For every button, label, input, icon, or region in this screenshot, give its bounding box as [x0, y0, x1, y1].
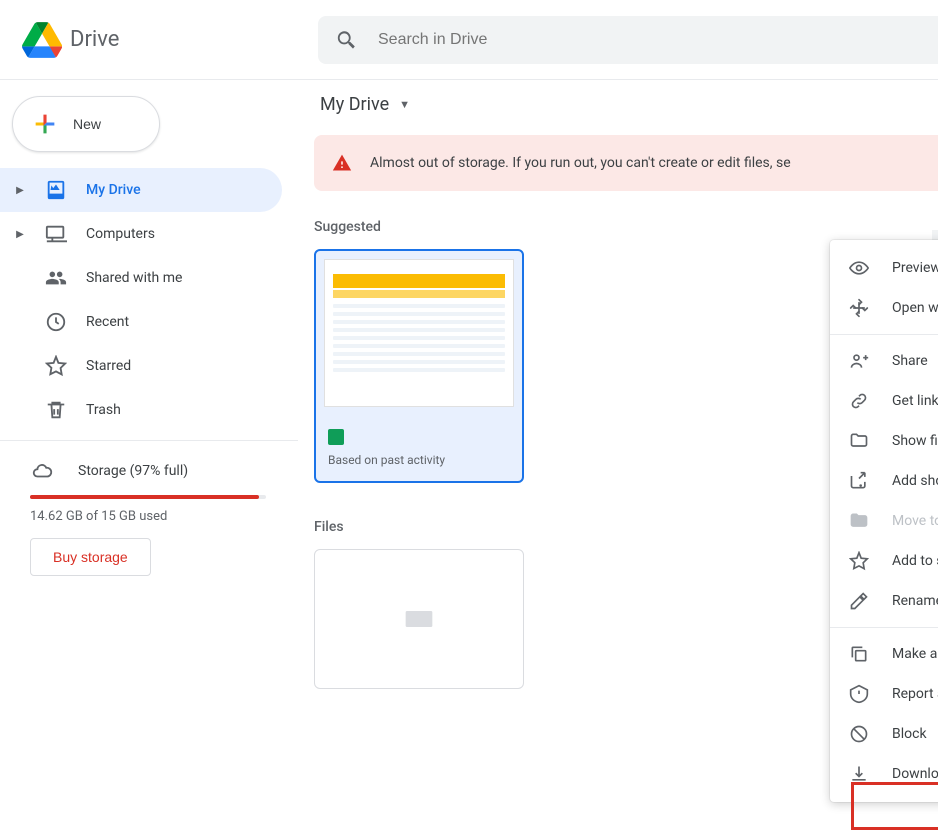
storage-section: Storage (97% full) 14.62 GB of 15 GB use…: [0, 449, 298, 576]
sidebar-item-label: Starred: [86, 358, 131, 374]
menu-preview[interactable]: Preview: [830, 248, 938, 288]
card-subtitle: Based on past activity: [328, 453, 510, 467]
storage-label[interactable]: Storage (97% full): [78, 463, 188, 479]
logo[interactable]: Drive: [22, 22, 318, 58]
menu-label: Get link: [892, 393, 938, 409]
header: Drive: [0, 0, 938, 80]
menu-label: Add shortcut to Drive: [892, 473, 938, 489]
breadcrumb-label: My Drive: [320, 94, 389, 115]
sidebar-item-starred[interactable]: Starred: [0, 344, 282, 388]
star-icon: [44, 354, 68, 378]
menu-show-location[interactable]: Show file location: [830, 421, 938, 461]
cloud-icon: [30, 459, 54, 483]
search-bar[interactable]: [318, 16, 938, 64]
sidebar: New ▶ My Drive ▶ Computers Shared with m…: [0, 80, 298, 762]
menu-rename[interactable]: Rename: [830, 581, 938, 621]
menu-label: Open with: [892, 300, 938, 316]
plus-icon: [31, 110, 59, 138]
new-button[interactable]: New: [12, 96, 160, 152]
menu-label: Make a copy: [892, 646, 938, 662]
storage-warning-banner: Almost out of storage. If you run out, y…: [314, 135, 938, 191]
file-card[interactable]: [314, 549, 524, 689]
sidebar-item-trash[interactable]: Trash: [0, 388, 282, 432]
menu-move-to: Move to: [830, 501, 938, 541]
menu-download[interactable]: Download: [830, 754, 938, 794]
shared-icon: [44, 266, 68, 290]
sidebar-item-label: My Drive: [86, 182, 141, 198]
sidebar-item-my-drive[interactable]: ▶ My Drive: [0, 168, 282, 212]
context-menu: Preview Open with › Share Get link Show …: [830, 240, 938, 802]
buy-storage-button[interactable]: Buy storage: [30, 538, 151, 576]
moveto-icon: [848, 510, 870, 532]
sidebar-item-recent[interactable]: Recent: [0, 300, 282, 344]
menu-report-abuse[interactable]: Report abuse: [830, 674, 938, 714]
card-thumbnail: [324, 259, 514, 407]
menu-label: Add to starred: [892, 553, 938, 569]
folder-icon: [848, 430, 870, 452]
report-icon: [848, 683, 870, 705]
banner-text: Almost out of storage. If you run out, y…: [370, 155, 791, 171]
my-drive-icon: [44, 178, 68, 202]
menu-label: Download: [892, 766, 938, 782]
eye-icon: [848, 257, 870, 279]
menu-label: Show file location: [892, 433, 938, 449]
suggested-card[interactable]: Based on past activity: [314, 249, 524, 483]
trash-icon: [44, 398, 68, 422]
computers-icon: [44, 222, 68, 246]
warning-icon: [332, 153, 352, 173]
rename-icon: [848, 590, 870, 612]
star-icon: [848, 550, 870, 572]
sidebar-item-computers[interactable]: ▶ Computers: [0, 212, 282, 256]
share-icon: [848, 350, 870, 372]
search-input[interactable]: [378, 31, 938, 49]
menu-make-copy[interactable]: Make a copy: [830, 634, 938, 674]
open-with-icon: [848, 297, 870, 319]
menu-label: Rename: [892, 593, 938, 609]
sidebar-item-label: Shared with me: [86, 270, 182, 286]
chevron-right-icon: ▶: [14, 185, 26, 196]
sidebar-item-label: Computers: [86, 226, 155, 242]
menu-label: Move to: [892, 513, 938, 529]
new-button-label: New: [73, 116, 101, 132]
file-placeholder-icon: [399, 603, 439, 635]
main-content: My Drive ▼ Almost out of storage. If you…: [298, 80, 938, 762]
sidebar-item-label: Trash: [86, 402, 121, 418]
drive-logo-icon: [22, 22, 62, 58]
app-name: Drive: [70, 27, 119, 52]
menu-open-with[interactable]: Open with ›: [830, 288, 938, 328]
copy-icon: [848, 643, 870, 665]
menu-label: Preview: [892, 260, 938, 276]
suggested-title: Suggested: [314, 219, 938, 235]
menu-label: Report abuse: [892, 686, 938, 702]
sidebar-item-label: Recent: [86, 314, 129, 330]
menu-add-starred[interactable]: Add to starred: [830, 541, 938, 581]
block-icon: [848, 723, 870, 745]
menu-label: Block: [892, 726, 938, 742]
menu-label: Share: [892, 353, 938, 369]
menu-share[interactable]: Share: [830, 341, 938, 381]
menu-get-link[interactable]: Get link: [830, 381, 938, 421]
storage-fill: [30, 495, 259, 499]
search-icon: [336, 29, 358, 51]
recent-icon: [44, 310, 68, 334]
storage-bar: [30, 495, 266, 499]
menu-block[interactable]: Block: [830, 714, 938, 754]
link-icon: [848, 390, 870, 412]
storage-used-text: 14.62 GB of 15 GB used: [30, 509, 278, 524]
chevron-right-icon: ▶: [14, 229, 26, 240]
download-icon: [848, 763, 870, 785]
menu-add-shortcut[interactable]: Add shortcut to Drive: [830, 461, 938, 501]
sheets-icon: [328, 429, 344, 445]
chevron-down-icon: ▼: [399, 98, 410, 111]
shortcut-icon: [848, 470, 870, 492]
breadcrumb[interactable]: My Drive ▼: [314, 94, 938, 115]
sidebar-item-shared[interactable]: Shared with me: [0, 256, 282, 300]
